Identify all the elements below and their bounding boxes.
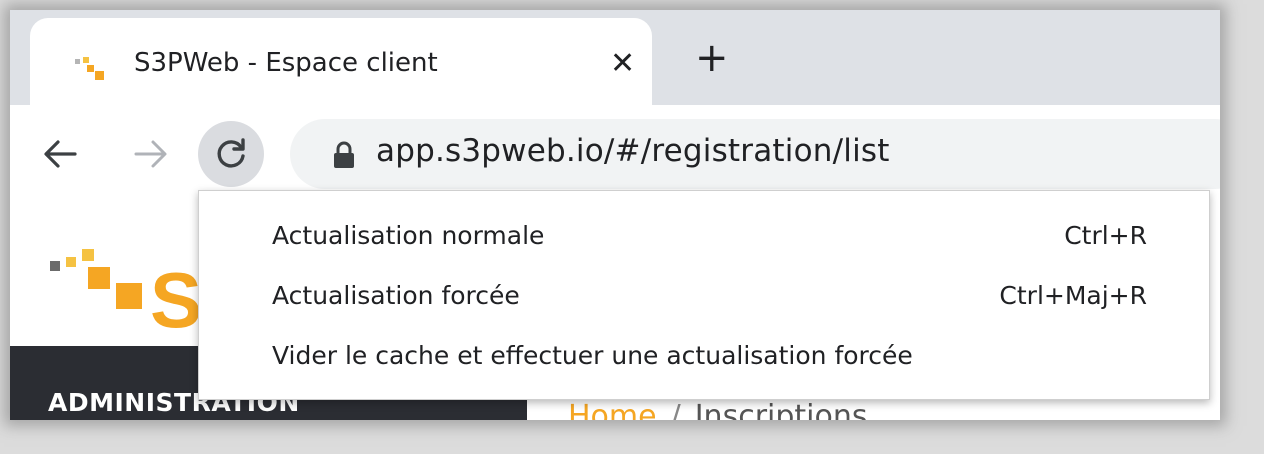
tab-strip: S3PWeb - Espace client ✕ + [10, 10, 1220, 105]
menu-item-shortcut: Ctrl+Maj+R [999, 281, 1147, 310]
reload-icon [217, 138, 245, 168]
lock-icon [334, 141, 354, 168]
menu-item-shortcut: Ctrl+R [1064, 221, 1147, 250]
arrow-right-icon [134, 140, 167, 168]
arrow-left-icon [44, 140, 77, 168]
browser-toolbar: app.s3pweb.io/#/registration/list [10, 105, 1220, 203]
forward-button[interactable] [125, 128, 177, 180]
breadcrumb: Home / Inscriptions [568, 399, 868, 420]
logo-text: S [150, 256, 202, 333]
menu-item-label: Actualisation forcée [272, 281, 520, 310]
address-bar[interactable]: app.s3pweb.io/#/registration/list [290, 119, 1220, 189]
url-text: app.s3pweb.io/#/registration/list [376, 133, 890, 169]
menu-item-label: Actualisation normale [272, 221, 545, 250]
back-button[interactable] [34, 128, 86, 180]
menu-item-normal-reload[interactable]: Actualisation normale Ctrl+R [199, 209, 1209, 269]
s3pweb-favicon-icon [75, 57, 104, 80]
menu-item-hard-reload[interactable]: Actualisation forcée Ctrl+Maj+R [199, 269, 1209, 329]
reload-button[interactable] [198, 121, 264, 187]
reload-context-menu: Actualisation normale Ctrl+R Actualisati… [198, 190, 1210, 400]
breadcrumb-home-link[interactable]: Home [568, 399, 657, 420]
breadcrumb-separator: / [670, 399, 681, 420]
new-tab-button[interactable]: + [695, 36, 729, 80]
menu-item-label: Vider le cache et effectuer une actualis… [272, 341, 913, 370]
tab-title: S3PWeb - Espace client [134, 48, 438, 78]
browser-tab[interactable]: S3PWeb - Espace client ✕ [30, 18, 652, 105]
breadcrumb-current: Inscriptions [694, 399, 868, 420]
browser-window: S3PWeb - Espace client ✕ + app.s3pweb.io… [10, 10, 1220, 420]
tab-close-icon[interactable]: ✕ [610, 49, 635, 79]
menu-item-empty-cache-hard-reload[interactable]: Vider le cache et effectuer une actualis… [199, 329, 1209, 389]
